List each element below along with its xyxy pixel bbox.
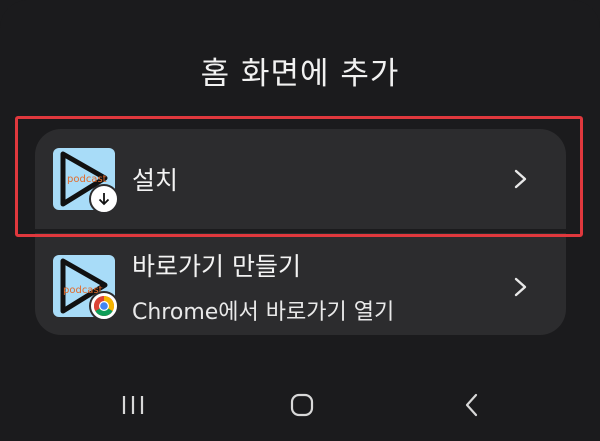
navigation-bar [0,380,600,430]
add-to-home-sheet: 홈 화면에 추가 podcast 설치 podcast 바로가기 만들기 Chr… [0,0,600,441]
download-icon [89,184,119,214]
install-label: 설치 [132,166,179,195]
create-shortcut-label: 바로가기 만들기 [132,252,301,281]
chevron-right-icon [514,169,527,189]
podcast-app-icon: podcast [53,148,119,214]
home-icon[interactable] [282,388,322,422]
chevron-right-icon [514,277,527,297]
recent-apps-icon[interactable] [113,388,153,422]
create-shortcut-option[interactable]: podcast 바로가기 만들기 Chrome에서 바로가기 열기 [35,233,566,335]
podcast-app-icon: podcast [53,255,119,321]
install-option[interactable]: podcast 설치 [35,129,566,229]
chrome-icon [89,291,119,321]
create-shortcut-sublabel: Chrome에서 바로가기 열기 [132,300,395,325]
back-icon[interactable] [452,388,492,422]
dialog-title: 홈 화면에 추가 [200,56,400,92]
options-card: podcast 설치 podcast 바로가기 만들기 Chrome에서 바로가… [35,129,566,335]
